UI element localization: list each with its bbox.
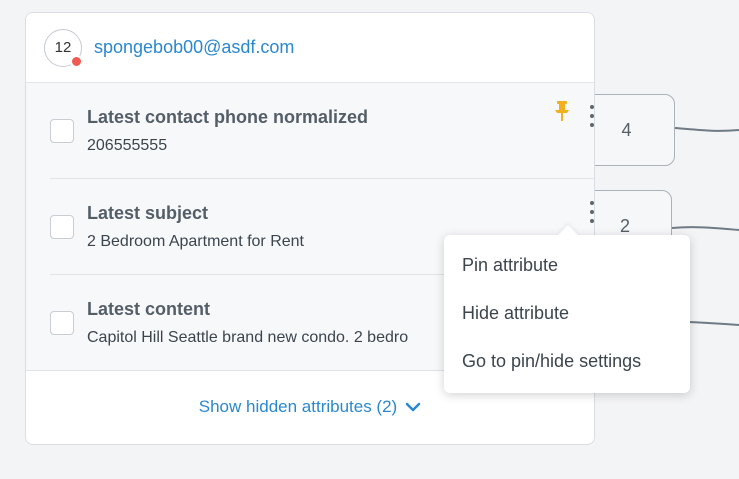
more-options-icon[interactable] [586, 105, 594, 127]
linked-count: 4 [621, 119, 632, 140]
avatar[interactable]: 12 [44, 28, 83, 68]
card-header: 12 spongebob00@asdf.com [26, 13, 594, 83]
pin-icon[interactable] [554, 101, 570, 121]
contact-email-link[interactable]: spongebob00@asdf.com [94, 37, 294, 58]
attribute-title: Latest content [87, 298, 211, 319]
attribute-title: Latest subject [87, 202, 209, 223]
menu-item-hide-attribute[interactable]: Hide attribute [444, 289, 690, 337]
linked-count: 2 [619, 215, 630, 236]
attribute-value: 2 Bedroom Apartment for Rent [87, 232, 304, 250]
show-hidden-attributes-link[interactable]: Show hidden attributes (2) [199, 397, 421, 417]
attribute-title: Latest contact phone normalized [87, 106, 369, 127]
attribute-value: Capitol Hill Seattle brand new condo. 2 … [87, 328, 409, 346]
attribute-checkbox[interactable] [50, 118, 74, 143]
more-options-icon[interactable] [586, 201, 594, 223]
attribute-checkbox[interactable] [50, 214, 74, 239]
attribute-checkbox[interactable] [50, 310, 74, 335]
menu-item-pin-attribute[interactable]: Pin attribute [444, 241, 690, 289]
avatar-count: 12 [54, 39, 72, 56]
attribute-row: Latest contact phone normalized 20655555… [50, 83, 594, 179]
show-hidden-label: Show hidden attributes (2) [198, 397, 398, 416]
attribute-value: 206555555 [87, 136, 168, 154]
chevron-down-icon [405, 402, 421, 412]
attribute-options-menu: Pin attribute Hide attribute Go to pin/h… [444, 235, 690, 393]
menu-item-pin-hide-settings[interactable]: Go to pin/hide settings [444, 337, 690, 385]
status-dot [70, 54, 83, 68]
